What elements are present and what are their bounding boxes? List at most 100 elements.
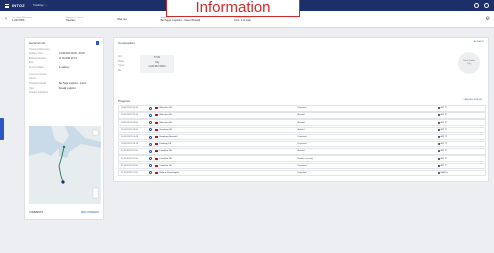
general-info-panel: General info Transport Reference Deliver…	[24, 37, 104, 220]
add-comment-button[interactable]: ADD COMMENT	[81, 211, 99, 214]
country-flag-icon	[155, 143, 158, 146]
status-dot-icon	[149, 171, 152, 175]
source-icon	[437, 150, 440, 153]
info-row: Contact Telephone	[29, 92, 49, 95]
progress-row[interactable]: 18.09.2022 20:45 München DE Arrived API TT	[118, 112, 486, 119]
side-drawer-tab[interactable]	[0, 118, 4, 140]
event-date: 11.09.2022 20:50	[121, 164, 138, 167]
country-flag-icon	[155, 164, 158, 167]
back-arrow-icon[interactable]: ‹	[0, 16, 12, 22]
progress-list: 18.09.2022 20:45 München DE Departed API TT…	[118, 105, 486, 177]
event-source: API TT	[437, 114, 447, 117]
event-source: API TT	[437, 128, 447, 131]
event-location: Frankfurt DE	[159, 150, 172, 153]
add-edit-composition-button[interactable]: ADD/EDIT	[474, 41, 484, 43]
event-date: 13.09.2022 08:15	[121, 143, 139, 146]
help-icon[interactable]	[474, 3, 479, 8]
status-dot-icon	[149, 157, 152, 161]
event-type: Arrived	[297, 114, 305, 117]
progress-row[interactable]: 18.09.2022 20:45 München DE Departed API TT	[118, 105, 486, 112]
composition-details: Unit Plates Types Etc. Trl 00 Trlg 1.231…	[118, 55, 174, 73]
event-source: API TT	[437, 150, 447, 153]
country-flag-icon	[155, 121, 158, 124]
truck-trailer-icon: Truck Trailer Trlg	[458, 52, 480, 74]
event-source: API TT	[437, 164, 447, 167]
progress-row[interactable]: 11.09.2022 20:50 Frankfurt DE Departed API …	[118, 162, 486, 169]
settings-gear-icon[interactable]: ⚙	[486, 16, 490, 22]
event-type: Departed	[297, 107, 307, 110]
status-dot-icon	[149, 135, 152, 139]
event-location: München DE	[159, 114, 173, 117]
event-type: Departed	[297, 171, 307, 174]
country-flag-icon	[155, 114, 158, 117]
header-field: Number of Events First: 4 of total	[234, 16, 252, 22]
event-source: API TT	[437, 136, 447, 138]
panel-title: General info	[29, 41, 46, 45]
header-field: Maa n/a	[117, 17, 127, 21]
progress-title: Progress	[118, 99, 131, 103]
event-type: Arrived	[297, 128, 305, 131]
source-icon	[437, 171, 440, 174]
progress-row[interactable]: 16.09.2022 04:45 Hamburg Bermuth Departed A…	[118, 133, 486, 141]
event-date: 16.09.2022 09:50	[121, 128, 139, 131]
event-type: Arrived	[297, 121, 305, 124]
event-date: 18.09.2022 20:45	[121, 107, 139, 110]
event-type: Border crossing	[297, 157, 313, 160]
composition-title: Composition	[118, 41, 135, 45]
event-source: API TT	[437, 143, 447, 146]
progress-row[interactable]: 16.09.2022 09:50 Hamburg DE Arrived API TT	[118, 126, 486, 134]
status-dot-icon	[149, 164, 152, 168]
event-location: Frankfurt DE	[159, 164, 172, 167]
country-flag-icon	[155, 128, 158, 131]
app-menu-icon[interactable]	[5, 3, 9, 8]
brand-logo: INTOZ	[12, 3, 25, 8]
adding-status-button[interactable]: + ADDING STATUS	[463, 99, 482, 101]
progress-row[interactable]: 11.09.2022 21:15 Malmö Skanskaglen Departe…	[118, 169, 486, 177]
source-icon	[437, 121, 440, 124]
status-dot-icon	[149, 113, 152, 117]
progress-row[interactable]: 13.09.2022 08:15 Freiburg DE Departed API T…	[118, 140, 486, 148]
country-flag-icon	[155, 107, 158, 110]
source-icon	[437, 114, 440, 117]
status-dot-icon	[149, 128, 152, 132]
event-location: Hamburg Bermuth	[159, 136, 178, 138]
event-source: API TT	[437, 121, 447, 124]
event-location: Malmö Skanskaglen	[159, 171, 180, 174]
event-date: 11.09.2022 20:55	[121, 157, 138, 160]
source-icon	[437, 107, 440, 110]
map-graphic	[29, 126, 101, 204]
header-field: Waymark Bel Saga Logistics - Internl Bre…	[160, 16, 201, 22]
event-location: Hamburg DE	[159, 128, 173, 131]
user-avatar[interactable]	[484, 3, 489, 8]
breadcrumb[interactable]: Tracking / ....	[33, 4, 48, 7]
event-date: 16.09.2022 04:45	[121, 136, 139, 138]
status-dot-icon	[149, 106, 152, 110]
route-map[interactable]	[29, 126, 101, 204]
event-type: Departed	[297, 136, 307, 138]
event-type: Departed	[297, 143, 307, 146]
progress-row[interactable]: 11.09.2022 20:55 Frankfurt DE Border cross…	[118, 155, 486, 162]
source-icon	[437, 164, 440, 167]
source-icon	[437, 143, 440, 146]
event-location: Frankfurt DE	[159, 157, 172, 160]
status-dot-icon	[149, 149, 152, 153]
event-date: 18.09.2022 20:45	[121, 114, 139, 117]
event-source: API TT	[437, 157, 447, 160]
info-row: Current Status In delivery	[29, 66, 70, 69]
country-flag-icon	[155, 157, 158, 160]
status-dot-icon	[149, 121, 152, 125]
country-flag-icon	[155, 136, 158, 138]
country-flag-icon	[155, 150, 158, 153]
progress-row[interactable]: 18.09.2022 08:55 München DE Arrived API TT	[118, 119, 486, 126]
event-source: MAILIS	[437, 171, 448, 174]
event-type: Departed	[297, 164, 307, 167]
event-type: Arrived	[297, 150, 305, 153]
country-flag-icon	[155, 171, 158, 174]
document-icon[interactable]	[96, 41, 99, 45]
comments-label: COMMENTS	[29, 211, 43, 214]
progress-row[interactable]: 11.09.2022 20:55 Frankfurt DE Arrived API T…	[118, 148, 486, 155]
trailer-card[interactable]: Trl 00 Trlg 1.231.567.33321	[140, 55, 174, 73]
source-icon	[437, 157, 440, 160]
status-dot-icon	[149, 142, 152, 146]
event-location: München DE	[159, 121, 173, 124]
